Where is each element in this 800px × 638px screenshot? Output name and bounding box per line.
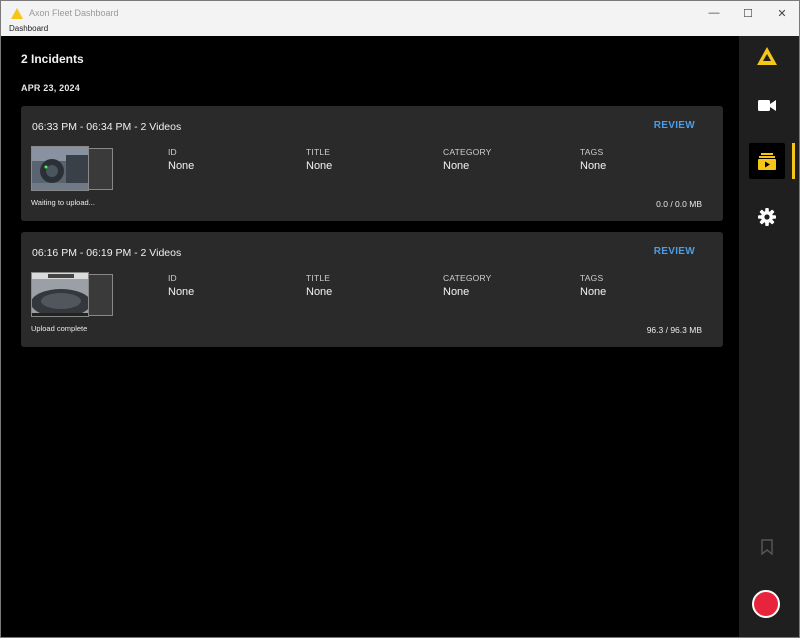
title-field: TITLE None: [306, 147, 332, 172]
id-label: ID: [168, 147, 177, 157]
window-title: Axon Fleet Dashboard: [29, 8, 119, 18]
tags-label: TAGS: [580, 273, 604, 283]
category-label: CATEGORY: [443, 147, 492, 157]
incidents-icon[interactable]: [749, 143, 785, 179]
title-label: TITLE: [306, 273, 331, 283]
window-controls: — ☐ ✕: [697, 1, 799, 25]
video-thumbnail-secondary: [86, 148, 113, 190]
category-value: None: [443, 286, 470, 298]
title-field: TITLE None: [306, 273, 332, 298]
incident-time-range: 06:33 PM - 06:34 PM - 2 Videos: [32, 121, 182, 133]
title-bar: Axon Fleet Dashboard — ☐ ✕: [1, 1, 799, 25]
video-thumbnail-primary: [31, 272, 89, 317]
id-field: ID None: [168, 273, 194, 298]
video-thumbnails[interactable]: [31, 272, 115, 317]
tags-field: TAGS None: [580, 273, 606, 298]
gear-icon[interactable]: [749, 199, 785, 235]
review-button[interactable]: REVIEW: [654, 246, 695, 257]
menu-bar: Dashboard: [1, 24, 799, 36]
review-button[interactable]: REVIEW: [654, 120, 695, 131]
id-value: None: [168, 160, 195, 172]
category-field: CATEGORY None: [443, 273, 492, 298]
video-thumbnail-secondary: [86, 274, 113, 316]
bookmark-icon[interactable]: [749, 529, 785, 565]
id-label: ID: [168, 273, 177, 283]
category-value: None: [443, 160, 470, 172]
tags-value: None: [580, 286, 607, 298]
incident-card[interactable]: 06:16 PM - 06:19 PM - 2 Videos REVIEW ID…: [21, 232, 723, 347]
category-field: CATEGORY None: [443, 147, 492, 172]
tags-label: TAGS: [580, 147, 604, 157]
upload-status: Waiting to upload...: [31, 198, 95, 207]
record-button[interactable]: [752, 590, 780, 618]
upload-status: Upload complete: [31, 324, 88, 333]
id-value: None: [168, 286, 195, 298]
incident-card[interactable]: 06:33 PM - 06:34 PM - 2 Videos REVIEW ID…: [21, 106, 723, 221]
active-indicator: [792, 143, 795, 179]
sidebar: [739, 36, 799, 637]
category-label: CATEGORY: [443, 273, 492, 283]
incident-time-range: 06:16 PM - 06:19 PM - 2 Videos: [32, 247, 182, 259]
close-button[interactable]: ✕: [765, 1, 799, 25]
title-label: TITLE: [306, 147, 331, 157]
video-thumbnail-primary: [31, 146, 89, 191]
app-window: Axon Fleet Dashboard — ☐ ✕ Dashboard 2 I…: [0, 0, 800, 638]
tags-value: None: [580, 160, 607, 172]
tags-field: TAGS None: [580, 147, 606, 172]
upload-size: 0.0 / 0.0 MB: [656, 199, 702, 209]
main-content: 2 Incidents APR 23, 2024 06:33 PM - 06:3…: [6, 36, 739, 634]
incident-count: 2 Incidents: [21, 52, 84, 66]
upload-size: 96.3 / 96.3 MB: [646, 325, 702, 335]
video-thumbnails[interactable]: [31, 146, 115, 191]
video-camera-icon[interactable]: [749, 87, 785, 123]
title-value: None: [306, 286, 333, 298]
menu-dashboard[interactable]: Dashboard: [9, 24, 48, 33]
date-heading: APR 23, 2024: [21, 83, 80, 93]
maximize-button[interactable]: ☐: [731, 1, 765, 25]
axon-app-icon: [9, 5, 25, 21]
minimize-button[interactable]: —: [697, 1, 731, 25]
axon-logo-icon[interactable]: [749, 38, 785, 74]
title-value: None: [306, 160, 333, 172]
id-field: ID None: [168, 147, 194, 172]
